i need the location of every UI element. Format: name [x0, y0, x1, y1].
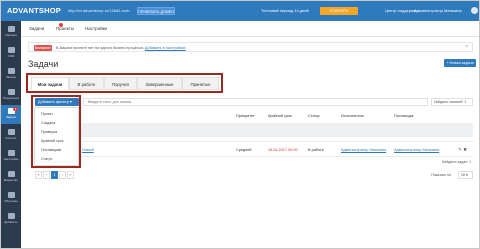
page-prev[interactable]: ‹ — [43, 171, 50, 179]
orders-icon — [7, 68, 15, 74]
warning-alert: Внимание В Вашем проекте нет ни одного б… — [28, 42, 473, 52]
new-task-button[interactable]: + Новая задача — [444, 59, 476, 67]
subnav-projects[interactable]: Проекты — [56, 26, 74, 31]
sidebar-item-crm[interactable]: CRM — [1, 44, 21, 63]
sidebar-item-label: Задачи — [5, 115, 17, 119]
page-first[interactable]: « — [35, 171, 42, 179]
per-page-select[interactable]: 10 ▾ — [458, 171, 473, 179]
sidebar-item-label: Каталог — [5, 136, 17, 140]
found-tasks-count: Найдено задач: 1 — [441, 160, 471, 164]
support-link[interactable]: Центр поддержки — [385, 8, 418, 13]
avatar[interactable] — [471, 7, 478, 14]
column-deadline[interactable]: Крайний срок — [268, 114, 292, 118]
catalog-icon — [7, 129, 15, 135]
sidebar-item-orders[interactable]: Заказы — [1, 65, 21, 84]
page-next[interactable]: › — [59, 171, 66, 179]
task-priority: Средний — [236, 148, 252, 152]
tab-in-progress[interactable]: В работе — [69, 77, 104, 90]
sidebar: Магазин CRM Заказы Покупатели 1 Задачи К… — [1, 21, 21, 248]
filter-highlight-frame — [31, 95, 81, 168]
edit-icon[interactable]: ✎ — [458, 147, 462, 152]
tasks-badge: 1 — [13, 107, 18, 111]
task-author-link[interactable]: Администратор Магазина — [394, 148, 439, 152]
subnav-tasks[interactable]: Задачи — [29, 26, 44, 31]
column-status[interactable]: Статус — [308, 114, 320, 118]
top-bar: ADVANTSHOP http://cv.advantshop.ru/13b84… — [1, 1, 479, 21]
bind-domain-button[interactable]: ПРИВЯЗАТЬ ДОМЕН — [137, 7, 175, 15]
table-group-row — [80, 123, 473, 137]
page-last[interactable]: » — [67, 171, 74, 179]
delete-icon[interactable]: ✖ — [463, 147, 467, 152]
gear-icon — [7, 150, 15, 156]
sidebar-item-store[interactable]: Магазин — [1, 23, 21, 42]
column-assignee[interactable]: Исполнитель — [341, 114, 364, 118]
sidebar-item-tasks[interactable]: 1 Задачи — [1, 105, 21, 124]
alert-message: В Вашем проекте нет ни одного бизнес про… — [56, 46, 186, 50]
task-name-link[interactable]: Новый — [82, 148, 94, 152]
task-assignee-link[interactable]: Администратор Магазина — [341, 148, 386, 152]
per-page-label: Показать по — [431, 173, 452, 177]
customers-icon — [7, 89, 15, 95]
sidebar-item-label: Заказы — [5, 75, 17, 79]
add-icon — [7, 213, 15, 219]
page-1[interactable]: 1 — [51, 171, 58, 179]
per-page-value: 10 — [461, 173, 465, 177]
page-title: Задачи — [28, 59, 59, 69]
sidebar-item-label: CRM — [7, 54, 15, 58]
found-records-count: Найдено записей: 1 — [431, 98, 473, 106]
pay-button[interactable]: ОПЛАТИТЬ — [320, 7, 358, 15]
sidebar-item-add[interactable]: Добавить — [1, 210, 21, 229]
sidebar-item-label: Добавить — [4, 220, 18, 224]
tab-accepted[interactable]: Принятые — [182, 77, 219, 90]
sub-navigation: Задачи Проекты Настройки — [21, 21, 479, 37]
close-icon[interactable]: × — [465, 44, 468, 50]
sidebar-item-marketing[interactable]: Маркетинг — [1, 168, 21, 187]
sidebar-item-label: Покупатели — [2, 96, 20, 100]
table-header: Приоритет Крайний срок Статус Исполнител… — [28, 111, 473, 121]
task-deadline: 15.04.2017 00:00 — [268, 148, 298, 152]
column-priority[interactable]: Приоритет — [236, 114, 255, 118]
tab-assigned[interactable]: Поручил — [104, 77, 137, 90]
trial-period-text: Тестовый период 14 дней — [261, 8, 309, 13]
sidebar-item-label: Магазин — [5, 33, 17, 37]
admin-menu[interactable]: Администратор Магазина — [414, 8, 462, 13]
table-row[interactable]: Новый Средний 15.04.2017 00:00 В работе … — [28, 141, 473, 157]
app-window: ADVANTSHOP http://cv.advantshop.ru/13b84… — [0, 0, 480, 249]
task-status: В работе — [308, 148, 324, 152]
sidebar-item-settings[interactable]: Настройки — [1, 147, 21, 166]
alert-label: Внимание — [34, 45, 52, 51]
alert-settings-link[interactable]: Добавить в настройках — [145, 46, 186, 50]
logo: ADVANTSHOP — [7, 6, 61, 15]
site-url-link[interactable]: http://cv.advantshop.ru/13b84-srub — [68, 8, 130, 13]
sidebar-item-catalog[interactable]: Каталог — [1, 126, 21, 145]
column-supplier[interactable]: Поставщик — [394, 114, 413, 118]
tab-my-tasks[interactable]: Мои задачи — [31, 77, 69, 90]
sidebar-item-label: Маркетинг — [3, 178, 19, 182]
marketing-icon — [7, 171, 15, 177]
sidebar-item-label: Настройки — [3, 157, 19, 161]
sidebar-item-education[interactable]: Обучение — [1, 189, 21, 208]
store-icon — [7, 26, 15, 32]
search-input[interactable] — [83, 98, 428, 106]
subnav-settings[interactable]: Настройки — [85, 26, 107, 31]
tab-completed[interactable]: Завершенные — [137, 77, 182, 90]
row-actions: ✎ ✖ — [458, 147, 467, 153]
crm-icon — [7, 47, 15, 53]
alert-text: В Вашем проекте нет ни одного бизнес про… — [56, 46, 144, 50]
sidebar-item-label: Обучение — [4, 199, 18, 203]
sidebar-item-customers[interactable]: Покупатели — [1, 86, 21, 105]
education-icon — [7, 192, 15, 198]
